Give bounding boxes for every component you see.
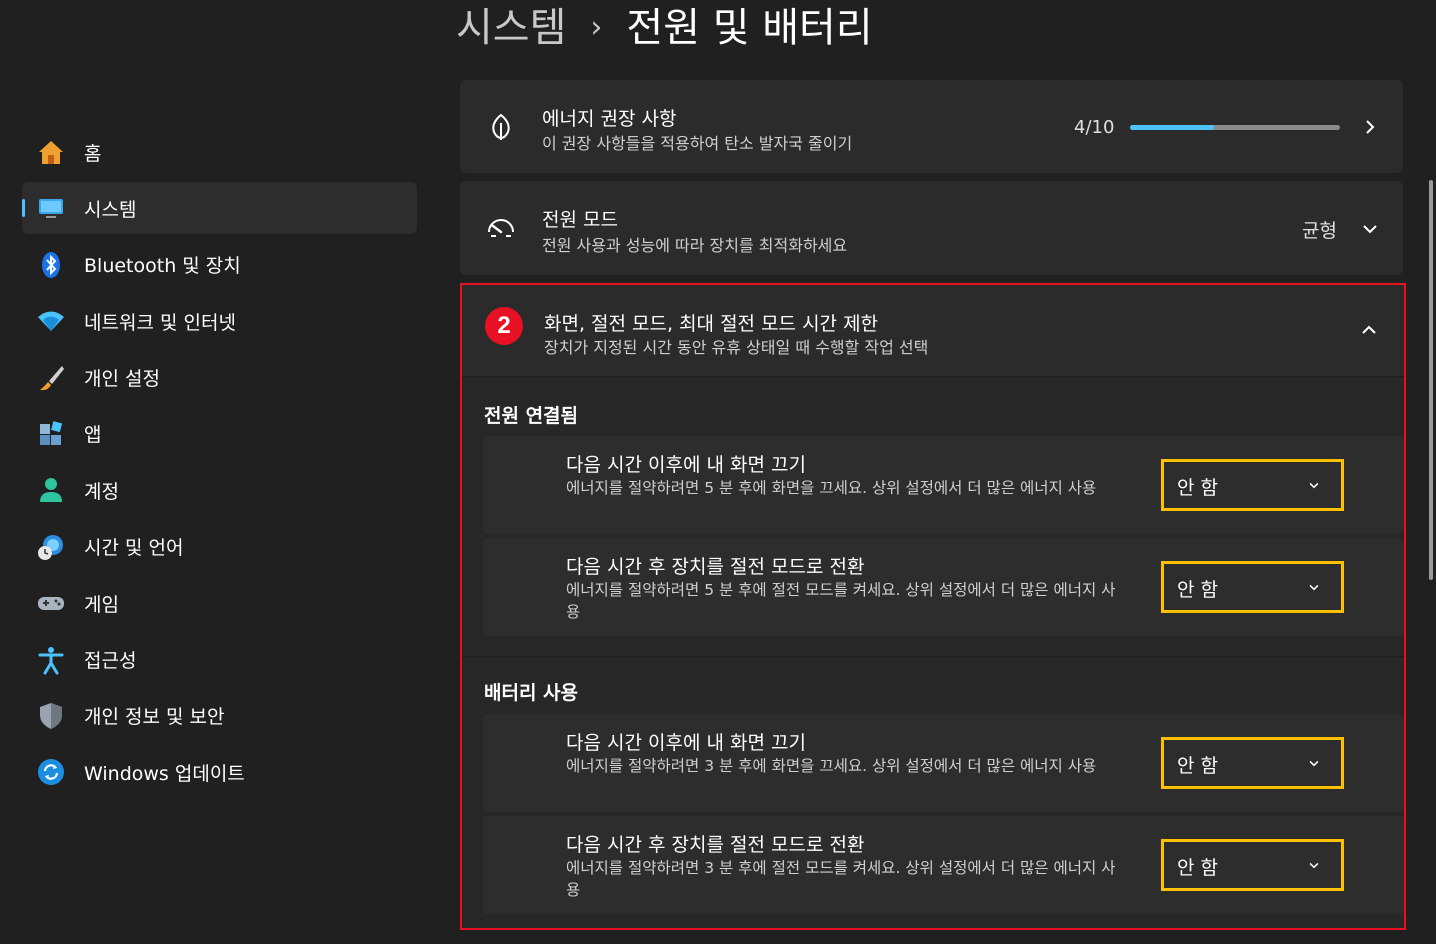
speedometer-icon — [486, 213, 516, 243]
sidebar-item-label: 개인 설정 — [84, 368, 160, 391]
sidebar-item-accounts[interactable]: 계정 — [22, 464, 417, 516]
sidebar-item-label: 시스템 — [84, 198, 137, 221]
chevron-down-icon — [1309, 760, 1319, 767]
sidebar-item-personalization[interactable]: 개인 설정 — [22, 352, 417, 404]
sidebar-item-system[interactable]: 시스템 — [22, 182, 417, 235]
sidebar-item-label: 접근성 — [84, 650, 137, 673]
chevron-down-icon — [1309, 584, 1319, 591]
row-title: 다음 시간 후 장치를 절전 모드로 전환 — [566, 556, 865, 578]
power-mode-value: 균형 — [1302, 220, 1337, 242]
update-icon — [36, 757, 66, 787]
sidebar-item-label: 게임 — [84, 593, 119, 616]
leaf-icon — [486, 112, 516, 142]
energy-subtitle: 이 권장 사항들을 적용하여 탄소 발자국 줄이기 — [542, 134, 853, 153]
sidebar-item-windows-update[interactable]: Windows 업데이트 — [22, 746, 417, 798]
progress-text: 4/10 — [1074, 117, 1115, 138]
sidebar-item-network[interactable]: 네트워크 및 인터넷 — [22, 295, 417, 347]
sidebar-item-gaming[interactable]: 게임 — [22, 577, 417, 629]
setting-row: 다음 시간 이후에 내 화면 끄기 에너지를 절약하려면 5 분 후에 화면을 … — [483, 436, 1404, 534]
screen-sleep-section: 2 화면, 절전 모드, 최대 절전 모드 시간 제한 장치가 지정된 시간 동… — [460, 283, 1406, 930]
screen-sleep-header[interactable]: 2 화면, 절전 모드, 최대 절전 모드 시간 제한 장치가 지정된 시간 동… — [462, 285, 1404, 377]
shield-icon — [36, 701, 66, 731]
sidebar-item-accessibility[interactable]: 접근성 — [22, 634, 417, 686]
breadcrumb: 시스템 › 전원 및 배터리 — [456, 2, 873, 54]
sidebar-item-privacy[interactable]: 개인 정보 및 보안 — [22, 690, 417, 742]
sidebar-item-label: 시간 및 언어 — [84, 537, 184, 560]
row-description: 에너지를 절약하려면 3 분 후에 화면을 끄세요. 상위 설정에서 더 많은 … — [566, 757, 1097, 775]
breadcrumb-separator: › — [590, 10, 603, 45]
wifi-icon — [36, 306, 66, 336]
group-title-plugged-in: 전원 연결됨 — [484, 405, 579, 427]
paintbrush-icon — [36, 363, 66, 393]
sidebar-item-label: Bluetooth 및 장치 — [84, 255, 241, 278]
chevron-down-icon — [1309, 482, 1319, 489]
accessibility-icon — [36, 645, 66, 675]
sidebar-item-label: 계정 — [84, 480, 119, 503]
home-icon — [36, 137, 66, 167]
row-title: 다음 시간 이후에 내 화면 끄기 — [566, 732, 806, 754]
sleep-battery-dropdown[interactable]: 안 함 — [1161, 839, 1344, 891]
row-description: 에너지를 절약하려면 5 분 후에 절전 모드를 켜세요. 상위 설정에서 더 … — [566, 581, 1116, 621]
screen-sleep-subtitle: 장치가 지정된 시간 동안 유휴 상태일 때 수행할 작업 선택 — [544, 338, 929, 357]
scrollbar[interactable] — [1429, 180, 1433, 580]
sidebar-item-home[interactable]: 홈 — [22, 126, 417, 178]
energy-recommendations-card[interactable]: 에너지 권장 사항 이 권장 사항들을 적용하여 탄소 발자국 줄이기 4/10 — [460, 80, 1403, 173]
chevron-up-icon[interactable] — [1360, 321, 1378, 339]
setting-row: 다음 시간 이후에 내 화면 끄기 에너지를 절약하려면 3 분 후에 화면을 … — [483, 714, 1404, 812]
sidebar: 홈 시스템 Bluetooth 및 장치 네트워크 및 인터넷 개인 설정 앱 — [22, 126, 417, 803]
person-icon — [36, 475, 66, 505]
energy-title: 에너지 권장 사항 — [542, 108, 677, 130]
dropdown-value: 안 함 — [1177, 857, 1218, 879]
group-title-on-battery: 배터리 사용 — [484, 682, 579, 704]
power-mode-dropdown[interactable]: 균형 — [1290, 211, 1390, 247]
chevron-right-icon — [1366, 120, 1375, 134]
page-title: 전원 및 배터리 — [626, 5, 873, 51]
power-mode-subtitle: 전원 사용과 성능에 따라 장치를 최적화하세요 — [542, 236, 848, 255]
setting-row: 다음 시간 후 장치를 절전 모드로 전환 에너지를 절약하려면 5 분 후에 … — [483, 538, 1404, 636]
screen-off-battery-dropdown[interactable]: 안 함 — [1161, 737, 1344, 789]
step-badge: 2 — [485, 307, 523, 345]
sidebar-item-label: 네트워크 및 인터넷 — [84, 311, 236, 334]
sidebar-item-time-language[interactable]: 시간 및 언어 — [22, 521, 417, 573]
setting-row: 다음 시간 후 장치를 절전 모드로 전환 에너지를 절약하려면 3 분 후에 … — [483, 816, 1404, 914]
screen-sleep-title: 화면, 절전 모드, 최대 절전 모드 시간 제한 — [544, 313, 879, 335]
chevron-down-icon — [1309, 862, 1319, 869]
sidebar-item-label: 개인 정보 및 보안 — [84, 706, 225, 729]
power-mode-title: 전원 모드 — [542, 209, 618, 231]
sidebar-item-label: 홈 — [84, 142, 102, 165]
row-title: 다음 시간 이후에 내 화면 끄기 — [566, 454, 806, 476]
dropdown-value: 안 함 — [1177, 477, 1218, 499]
monitor-icon — [36, 193, 66, 223]
dropdown-value: 안 함 — [1177, 755, 1218, 777]
breadcrumb-parent[interactable]: 시스템 — [456, 2, 566, 54]
globe-clock-icon — [36, 532, 66, 562]
row-description: 에너지를 절약하려면 5 분 후에 화면을 끄세요. 상위 설정에서 더 많은 … — [566, 479, 1097, 497]
power-mode-card: 전원 모드 전원 사용과 성능에 따라 장치를 최적화하세요 균형 — [460, 181, 1403, 275]
sleep-plugged-dropdown[interactable]: 안 함 — [1161, 561, 1344, 613]
divider — [462, 656, 1404, 657]
bluetooth-icon — [36, 250, 66, 280]
row-title: 다음 시간 후 장치를 절전 모드로 전환 — [566, 834, 865, 856]
row-description: 에너지를 절약하려면 3 분 후에 절전 모드를 켜세요. 상위 설정에서 더 … — [566, 859, 1116, 899]
sidebar-item-label: 앱 — [84, 424, 102, 447]
dropdown-value: 안 함 — [1177, 579, 1218, 601]
sidebar-item-label: Windows 업데이트 — [84, 762, 245, 785]
sidebar-item-bluetooth[interactable]: Bluetooth 및 장치 — [22, 239, 417, 291]
apps-icon — [36, 419, 66, 449]
screen-off-plugged-dropdown[interactable]: 안 함 — [1161, 459, 1344, 511]
sidebar-item-apps[interactable]: 앱 — [22, 408, 417, 460]
gamepad-icon — [36, 588, 66, 618]
energy-progress-bar — [1130, 125, 1340, 130]
chevron-down-icon — [1363, 225, 1377, 234]
energy-progress-fill — [1130, 125, 1214, 130]
